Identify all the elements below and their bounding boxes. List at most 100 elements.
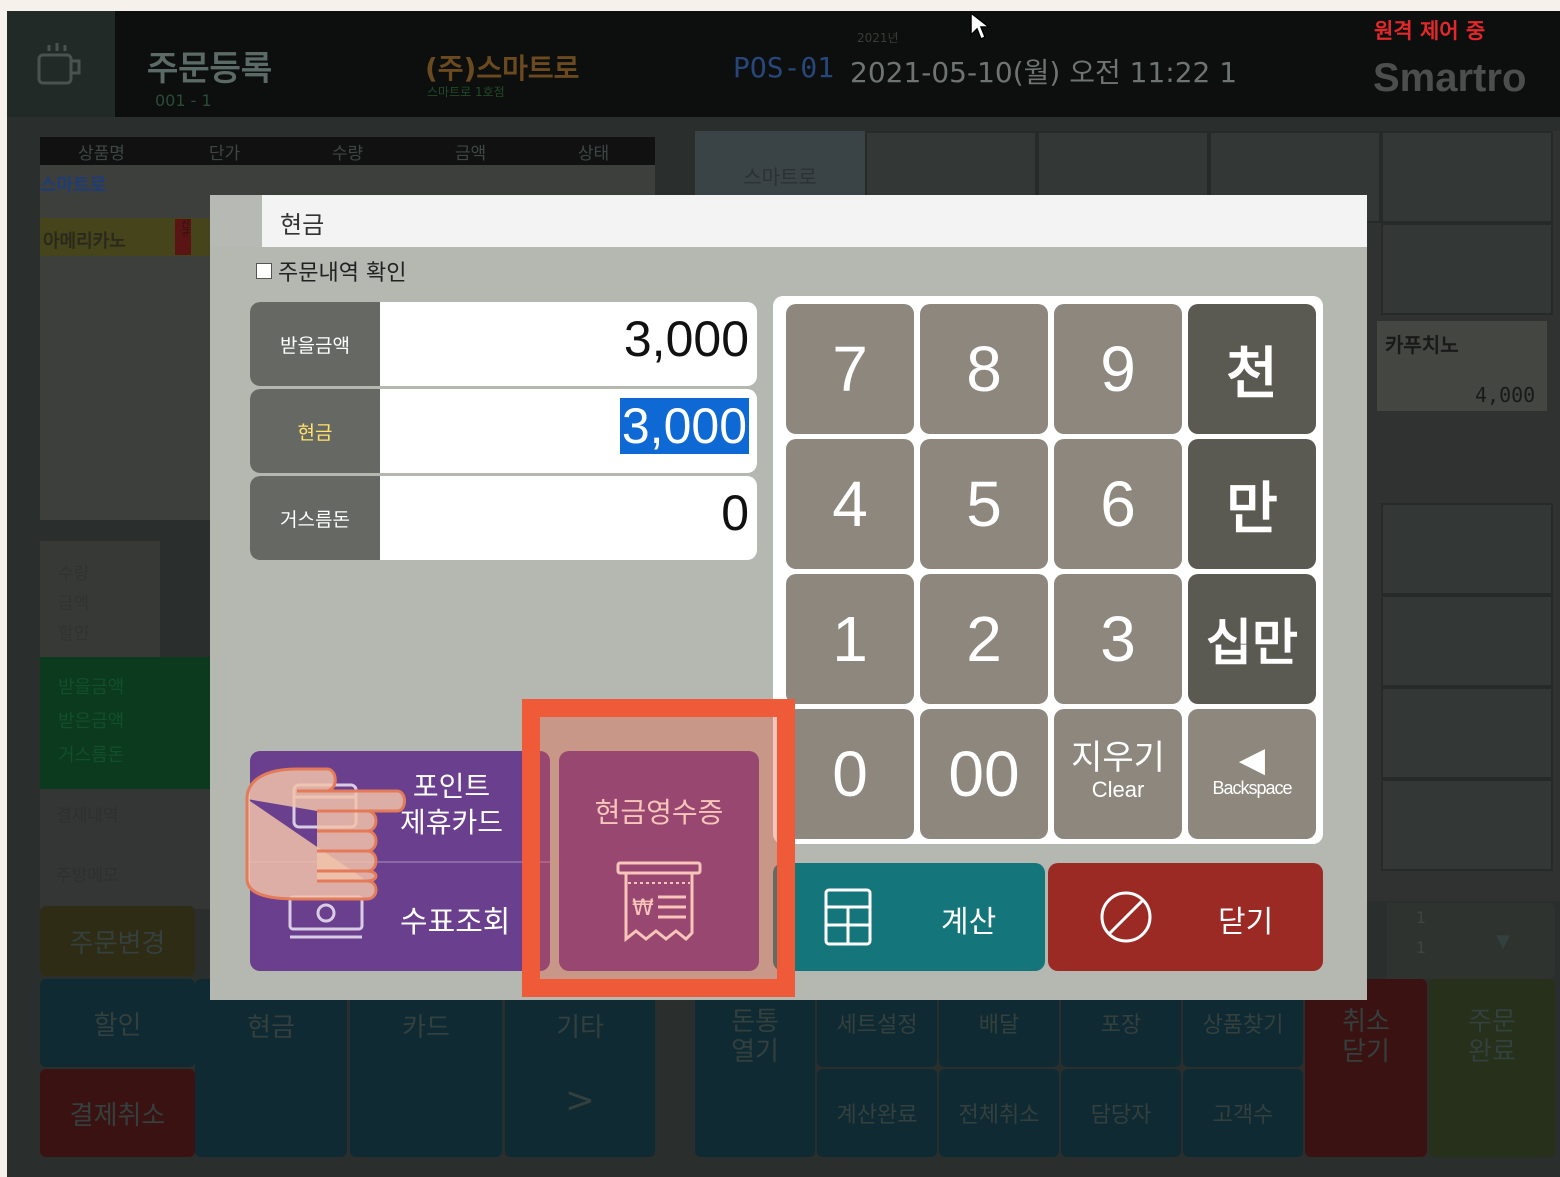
calc-complete-button[interactable]: 계산완료: [817, 1069, 937, 1157]
summary-discount-label: 할인: [58, 624, 90, 644]
pager: 1 1: [1387, 903, 1455, 979]
calculate-label: 계산: [941, 905, 997, 940]
payment-history[interactable]: 결제내역: [40, 789, 210, 849]
key-3[interactable]: 3: [1054, 574, 1182, 704]
summary-received-label: 받은금액: [58, 711, 125, 732]
customer-count-button[interactable]: 고객수: [1183, 1069, 1303, 1157]
highlight-box: [522, 699, 795, 997]
col-price: 단가: [208, 143, 241, 164]
key-9[interactable]: 9: [1054, 304, 1182, 434]
calculator-icon: [824, 888, 872, 946]
remote-control-label: 원격 제어 중: [1374, 19, 1486, 43]
chevron-right-icon: >: [564, 1080, 596, 1121]
clear-key-sub: Clear: [1091, 777, 1145, 802]
other-label: 기타: [556, 1013, 604, 1043]
key-hundred-thousand[interactable]: 십만: [1188, 574, 1316, 704]
discount-button[interactable]: 할인: [40, 979, 195, 1067]
key-7[interactable]: 7: [786, 304, 914, 434]
cash-field[interactable]: 현금 3,000: [250, 389, 757, 473]
table-row-label: 아메리카노: [43, 231, 126, 252]
order-confirm-checkbox[interactable]: 주문내역 확인: [256, 255, 406, 287]
point-card-label: 포인트 제휴카드: [400, 770, 504, 839]
order-complete-button[interactable]: 주문 완료: [1429, 979, 1555, 1157]
change-value: 0: [721, 485, 749, 541]
key-4[interactable]: 4: [786, 439, 914, 569]
pos-id: POS-01: [733, 51, 835, 84]
cash-label: 현금: [247, 1013, 295, 1043]
checkbox-box[interactable]: [256, 263, 272, 279]
payment-cancel-button[interactable]: 결제취소: [40, 1069, 195, 1157]
key-0[interactable]: 0: [786, 709, 914, 839]
pos-window: 주문등록 001 - 1 (주)스마트로 스마트로 1호점 POS-01 202…: [7, 11, 1560, 1177]
company-sub: 스마트로 1호점: [427, 85, 505, 99]
cancel-all-button[interactable]: 전체취소: [939, 1069, 1059, 1157]
order-number: 001 - 1: [155, 91, 212, 110]
card-button[interactable]: 카드: [350, 979, 502, 1157]
small-top-text: 2021년: [857, 31, 899, 45]
summary-left: 수량 금액 할인: [40, 541, 160, 661]
key-8[interactable]: 8: [920, 304, 1048, 434]
close-button[interactable]: 닫기: [1048, 863, 1323, 971]
pager-down-button[interactable]: ▼: [1451, 903, 1555, 979]
cash-field-label: 현금: [250, 389, 380, 473]
amount-due-label: 받을금액: [250, 302, 380, 386]
app-menu-icon[interactable]: [7, 11, 115, 117]
close-label: 닫기: [1218, 905, 1274, 940]
summary-change-label: 거스름돈: [58, 745, 125, 766]
check-lookup-label: 수표조회: [400, 905, 511, 940]
change-label: 거스름돈: [250, 476, 380, 560]
calculate-button[interactable]: 계산: [773, 863, 1045, 971]
pointing-hand-icon: [245, 767, 406, 901]
cash-button[interactable]: 현금: [195, 979, 347, 1157]
col-status: 상태: [577, 143, 610, 164]
cancel-close-button[interactable]: 취소 닫기: [1305, 979, 1427, 1157]
key-5[interactable]: 5: [920, 439, 1048, 569]
cash-field-value[interactable]: 3,000: [619, 397, 749, 455]
amount-due-value: 3,000: [623, 311, 749, 367]
key-2[interactable]: 2: [920, 574, 1048, 704]
other-button[interactable]: 기타 >: [505, 979, 655, 1157]
clear-key[interactable]: 지우기 Clear: [1054, 709, 1182, 839]
amount-due-field: 받을금액 3,000: [250, 302, 757, 386]
summary-amount-label: 금액: [58, 594, 90, 614]
brand-logo: Smartro: [1373, 56, 1527, 100]
prohibit-icon: [1100, 891, 1152, 943]
key-ten-thousand[interactable]: 만: [1188, 439, 1316, 569]
dialog-tab: [210, 195, 262, 247]
summary-due-label: 받을금액: [58, 677, 125, 698]
col-qty: 수량: [331, 143, 364, 164]
checkbox-label: 주문내역 확인: [278, 261, 407, 286]
staff-button[interactable]: 담당자: [1061, 1069, 1181, 1157]
order-table-header: 상품명 단가 수량 금액 상태: [40, 137, 655, 165]
key-1[interactable]: 1: [786, 574, 914, 704]
summary-green: 받을금액 받은금액 거스름돈: [40, 657, 210, 789]
company-name: (주)스마트로: [425, 52, 580, 85]
dialog-header: [210, 195, 1367, 247]
new-badge: 신규: [175, 219, 191, 255]
menu-item-price: 4,000: [1475, 383, 1536, 407]
backspace-label: Backspace: [1212, 778, 1292, 798]
change-field: 거스름돈 0: [250, 476, 757, 560]
cash-field-selection: 3,000: [619, 398, 749, 454]
pager-current: 1: [1415, 908, 1427, 927]
order-change-button[interactable]: 주문변경: [40, 906, 195, 976]
drawer-open-button[interactable]: 돈통 열기: [695, 979, 815, 1157]
pager-total: 1: [1415, 938, 1427, 957]
page-title: 주문등록: [147, 49, 273, 89]
table-row[interactable]: 스마트로: [40, 171, 106, 197]
backspace-key[interactable]: ◀ Backspace: [1188, 709, 1316, 839]
clear-key-label: 지우기: [1071, 739, 1165, 777]
mouse-cursor-icon: [970, 11, 991, 41]
numeric-keypad: 7 8 9 천 4 5 6 만 1 2 3 십만 0 00 지우기 Clear ◀…: [773, 296, 1323, 844]
kitchen-memo[interactable]: 주방메모: [40, 849, 210, 909]
col-amount: 금액: [454, 143, 487, 164]
summary-qty-label: 수량: [58, 564, 90, 584]
key-6[interactable]: 6: [1054, 439, 1182, 569]
date-time: 2021-05-10(월) 오전 11:22 1: [850, 56, 1238, 89]
key-00[interactable]: 00: [920, 709, 1048, 839]
card-label: 카드: [402, 1013, 450, 1043]
key-thousand[interactable]: 천: [1188, 304, 1316, 434]
dialog-title: 현금: [280, 211, 325, 239]
col-name: 상품명: [78, 143, 125, 164]
backspace-arrow-icon: ◀: [1238, 741, 1266, 779]
